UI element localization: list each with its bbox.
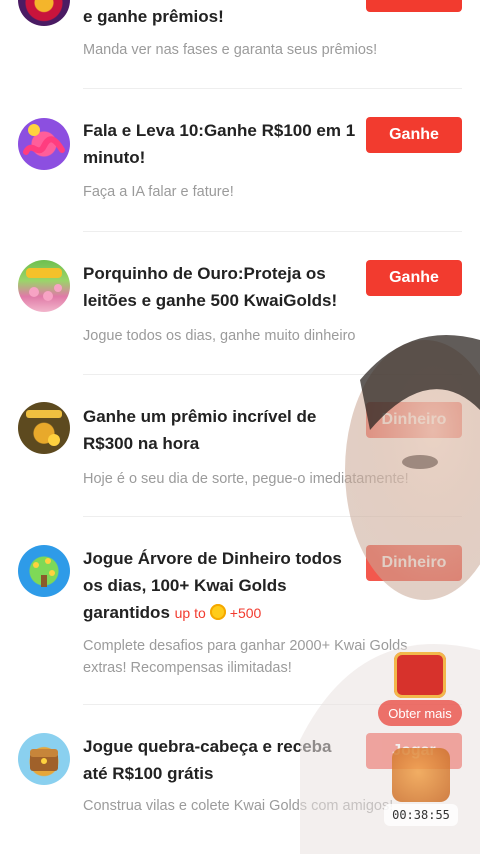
task-title: Ganhe um prêmio incrível de R$300 na hor… xyxy=(83,407,317,453)
treasure-chest-icon xyxy=(18,733,70,785)
task-description: Jogue todos os dias, ganhe muito dinheir… xyxy=(83,328,356,344)
timer-widget[interactable]: 00:38:55 xyxy=(384,748,462,828)
money-button[interactable]: Dinheiro xyxy=(366,402,462,438)
task-description: Faça a IA falar e fature! xyxy=(83,184,234,200)
task-title: Jogue quebra-cabeça e receba até R$100 g… xyxy=(83,737,332,783)
bonus-value: +500 xyxy=(229,605,262,621)
money-tree-icon xyxy=(18,545,70,597)
task-title: Fala e Leva 10:Ganhe R$100 em 1 minuto! xyxy=(83,121,356,167)
divider xyxy=(83,88,462,89)
task-description: Hoje é o seu dia de sorte, pegue-o imedi… xyxy=(83,471,409,487)
divider xyxy=(83,231,462,232)
task-icon xyxy=(18,0,70,26)
golden-pig-game-icon xyxy=(18,260,70,312)
task-title: Jogue Árvore de Dinheiro todos os dias, … xyxy=(83,545,363,627)
treasure-hunter-icon xyxy=(18,402,70,454)
earn-button[interactable]: Ganhe xyxy=(366,260,462,296)
earn-button[interactable]: Ganhe xyxy=(366,117,462,153)
timer-avatar xyxy=(392,748,450,802)
divider xyxy=(83,516,462,517)
divider xyxy=(83,374,462,375)
coin-icon xyxy=(209,604,226,620)
get-more-label: Obter mais xyxy=(378,700,462,726)
task-action-button[interactable] xyxy=(366,0,462,12)
task-title: e ganhe prêmios! xyxy=(83,7,224,26)
get-more-widget[interactable]: Obter mais xyxy=(378,640,462,730)
task-description: Manda ver nas fases e garanta seus prêmi… xyxy=(83,42,378,58)
countdown-timer: 00:38:55 xyxy=(384,804,458,826)
speech-mic-icon xyxy=(18,118,70,170)
bonus-prefix: up to xyxy=(174,605,206,621)
money-button[interactable]: Dinheiro xyxy=(366,545,462,581)
reward-chest-icon xyxy=(394,652,446,698)
voice-wave-icon xyxy=(23,124,65,155)
task-title: Porquinho de Ouro:Proteja os leitões e g… xyxy=(83,264,338,310)
